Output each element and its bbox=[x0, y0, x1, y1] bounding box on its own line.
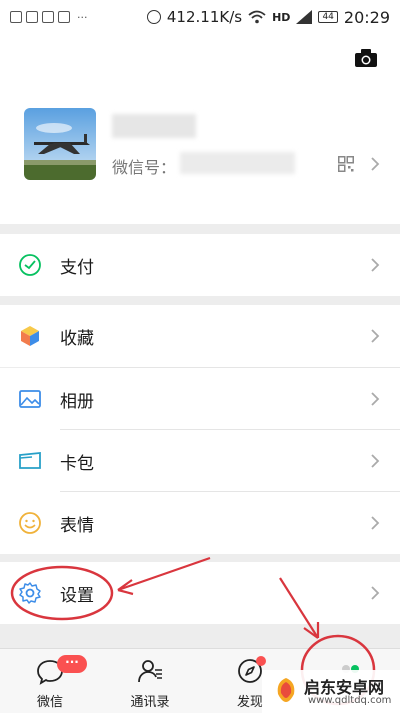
discover-new-dot bbox=[256, 656, 266, 666]
annotation-arrowhead-me-tab bbox=[303, 622, 320, 639]
tab-label-chats: 微信 bbox=[36, 695, 63, 710]
chevron-right-icon bbox=[371, 392, 380, 406]
more-notifications: ··· bbox=[77, 10, 88, 24]
menu-label-cards: 卡包 bbox=[60, 453, 94, 474]
smiley-icon bbox=[19, 512, 41, 534]
shopping-bag-icon bbox=[26, 11, 38, 23]
battery-indicator: 44 bbox=[318, 11, 338, 23]
chevron-right-icon bbox=[371, 586, 380, 600]
profile-header[interactable]: 微信号： bbox=[0, 34, 400, 224]
menu-label-stickers: 表情 bbox=[60, 515, 94, 536]
network-speed: 412.11K/s bbox=[166, 8, 243, 26]
hd-network-badge: HD bbox=[272, 10, 291, 24]
menu-item-stickers[interactable]: 表情 bbox=[0, 492, 400, 554]
menu-label-album: 相册 bbox=[60, 391, 94, 412]
signal-icon bbox=[296, 10, 313, 24]
watermark-logo bbox=[277, 678, 295, 702]
menu-item-settings[interactable]: 设置 bbox=[0, 562, 400, 624]
chevron-right-icon bbox=[371, 516, 380, 530]
menu-label-favorites: 收藏 bbox=[60, 328, 94, 349]
favorites-cube-icon bbox=[21, 326, 39, 346]
menu-item-favorites[interactable]: 收藏 bbox=[0, 305, 400, 367]
menu-item-cards[interactable]: 卡包 bbox=[0, 430, 400, 492]
contacts-icon bbox=[138, 660, 162, 683]
chevron-right-icon bbox=[371, 157, 380, 171]
shopping-bag-icon bbox=[10, 11, 22, 23]
chevron-right-icon bbox=[371, 258, 380, 272]
wifi-icon bbox=[248, 10, 266, 24]
avatar[interactable] bbox=[24, 108, 96, 180]
tab-label-contacts: 通讯录 bbox=[130, 695, 170, 710]
menu-label-settings: 设置 bbox=[60, 585, 94, 606]
chevron-right-icon bbox=[371, 329, 380, 343]
tab-contacts[interactable]: 通讯录 bbox=[100, 649, 200, 713]
qr-code-icon[interactable] bbox=[338, 156, 354, 172]
menu-label-pay: 支付 bbox=[60, 257, 94, 278]
wechat-id-label: 微信号： bbox=[112, 158, 177, 177]
camera-icon[interactable] bbox=[354, 48, 378, 68]
status-bar: ··· 412.11K/s HD 44 20:29 bbox=[0, 0, 400, 34]
tab-chats[interactable]: ··· 微信 bbox=[0, 649, 100, 713]
nickname-redacted bbox=[112, 114, 196, 138]
watermark-url: www.qdltdq.com bbox=[308, 695, 392, 706]
site-watermark: 启东安卓网 www.qdltdq.com bbox=[262, 670, 400, 713]
clock: 20:29 bbox=[343, 7, 390, 27]
pay-icon bbox=[19, 254, 41, 276]
menu-item-album[interactable]: 相册 bbox=[0, 368, 400, 430]
wechat-id-redacted bbox=[180, 152, 295, 174]
card-wallet-icon bbox=[19, 452, 41, 469]
unread-badge: ··· bbox=[57, 655, 87, 673]
album-image-icon bbox=[19, 390, 41, 408]
gear-icon bbox=[19, 582, 41, 604]
shopping-bag-icon bbox=[58, 11, 70, 23]
chevron-right-icon bbox=[371, 454, 380, 468]
notification-icons: ··· bbox=[10, 11, 88, 24]
menu-item-pay[interactable]: 支付 bbox=[0, 234, 400, 296]
shopping-bag-icon bbox=[42, 11, 54, 23]
alarm-icon bbox=[146, 10, 161, 24]
